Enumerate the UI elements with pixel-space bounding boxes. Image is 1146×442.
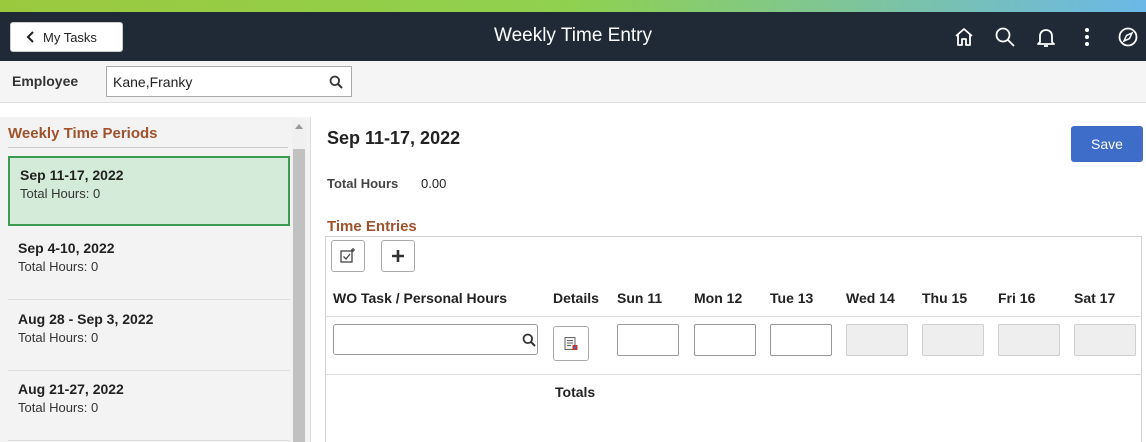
save-button[interactable]: Save bbox=[1071, 126, 1143, 162]
totals-label: Totals bbox=[555, 384, 596, 400]
column-header-sat: Sat 17 bbox=[1074, 290, 1116, 306]
period-item-selected[interactable]: Sep 11-17, 2022 Total Hours: 0 bbox=[8, 156, 290, 226]
time-periods-sidebar: Weekly Time Periods Sep 11-17, 2022 Tota… bbox=[0, 117, 310, 442]
period-hours: Total Hours: 0 bbox=[18, 330, 99, 345]
wed-hours-input bbox=[846, 324, 908, 356]
time-entries-header: Time Entries bbox=[327, 218, 417, 235]
employee-input[interactable] bbox=[107, 67, 321, 96]
add-row-button[interactable] bbox=[381, 240, 415, 272]
scroll-up-icon[interactable] bbox=[292, 119, 306, 133]
period-date: Aug 21-27, 2022 bbox=[18, 381, 124, 397]
bell-icon[interactable] bbox=[1027, 12, 1064, 61]
plus-icon bbox=[392, 250, 404, 262]
top-navigation-bar: My Tasks Weekly Time Entry bbox=[0, 12, 1146, 61]
divider bbox=[326, 316, 1142, 317]
sidebar-header: Weekly Time Periods bbox=[8, 125, 158, 142]
column-header-task: WO Task / Personal Hours bbox=[333, 290, 508, 306]
scrollbar-thumb[interactable] bbox=[293, 149, 305, 442]
search-icon[interactable] bbox=[521, 325, 537, 354]
thu-hours-input bbox=[922, 324, 984, 356]
period-item[interactable]: Aug 21-27, 2022 Total Hours: 0 bbox=[8, 371, 290, 441]
details-icon bbox=[564, 336, 578, 350]
column-header-fri: Fri 16 bbox=[998, 290, 1036, 306]
column-header-sun: Sun 11 bbox=[617, 290, 663, 306]
task-search-box bbox=[333, 324, 538, 355]
search-icon[interactable] bbox=[986, 12, 1023, 61]
period-item[interactable]: Sep 4-10, 2022 Total Hours: 0 bbox=[8, 230, 290, 300]
period-hours: Total Hours: 0 bbox=[18, 400, 99, 415]
period-item[interactable]: Aug 28 - Sep 3, 2022 Total Hours: 0 bbox=[8, 301, 290, 371]
column-header-tue: Tue 13 bbox=[770, 290, 814, 306]
period-date: Sep 4-10, 2022 bbox=[18, 240, 115, 256]
employee-label: Employee bbox=[12, 73, 79, 89]
period-hours: Total Hours: 0 bbox=[18, 259, 99, 274]
navbar-icon[interactable] bbox=[1109, 12, 1146, 61]
details-button[interactable] bbox=[553, 326, 589, 361]
divider bbox=[326, 374, 1142, 375]
more-icon[interactable] bbox=[1068, 12, 1105, 61]
edit-checkbox-icon bbox=[340, 248, 355, 263]
total-hours-label: Total Hours bbox=[327, 176, 399, 191]
column-header-thu: Thu 15 bbox=[922, 290, 968, 306]
divider bbox=[8, 147, 288, 148]
period-date: Aug 28 - Sep 3, 2022 bbox=[18, 311, 154, 327]
sun-hours-input[interactable] bbox=[617, 324, 679, 356]
home-icon[interactable] bbox=[945, 12, 982, 61]
period-hours: Total Hours: 0 bbox=[20, 186, 101, 201]
period-date: Sep 11-17, 2022 bbox=[20, 167, 124, 183]
employee-row: Employee bbox=[0, 61, 1146, 103]
total-hours-value: 0.00 bbox=[421, 176, 447, 191]
divider bbox=[310, 117, 311, 442]
task-input[interactable] bbox=[334, 325, 521, 354]
sidebar-scrollbar[interactable] bbox=[292, 119, 306, 442]
column-header-mon: Mon 12 bbox=[694, 290, 743, 306]
period-title: Sep 11-17, 2022 bbox=[327, 128, 461, 148]
column-header-details: Details bbox=[553, 290, 599, 306]
search-icon[interactable] bbox=[321, 67, 351, 96]
mon-hours-input[interactable] bbox=[694, 324, 756, 356]
column-header-wed: Wed 14 bbox=[846, 290, 895, 306]
brand-accent-bar bbox=[0, 0, 1146, 12]
tue-hours-input[interactable] bbox=[770, 324, 832, 356]
fri-hours-input bbox=[998, 324, 1060, 356]
employee-search-box bbox=[106, 66, 352, 97]
mass-update-button[interactable] bbox=[331, 240, 365, 272]
sat-hours-input bbox=[1074, 324, 1136, 356]
